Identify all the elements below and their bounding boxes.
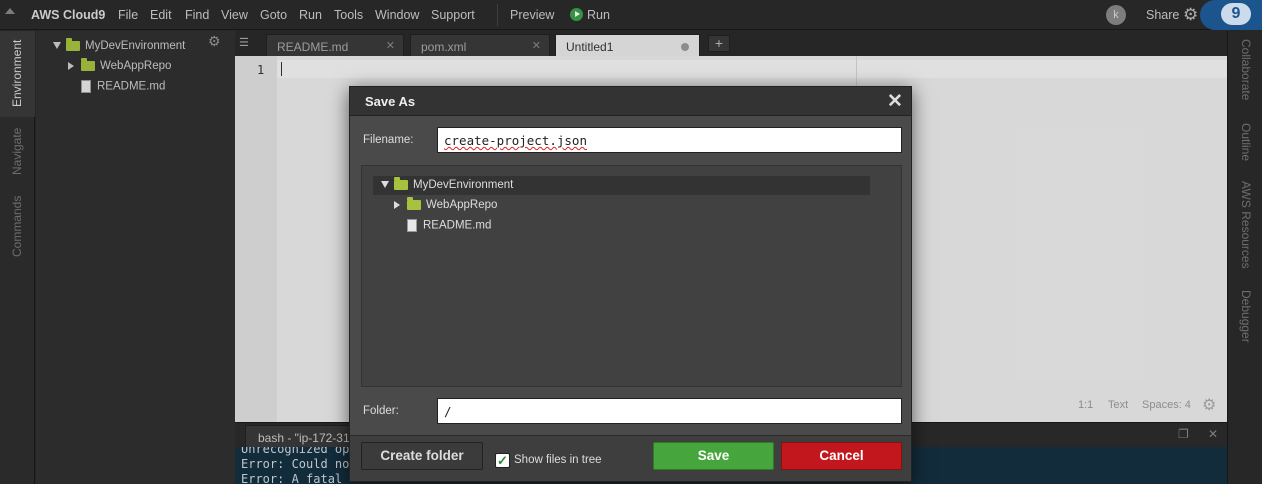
dialog-title: Save As: [365, 94, 416, 109]
folder-value: /: [444, 404, 452, 419]
browser-node-webapprepo[interactable]: WebAppRepo: [394, 196, 498, 211]
browser-node-readme[interactable]: README.md: [407, 219, 491, 232]
folder-browser[interactable]: MyDevEnvironment WebAppRepo README.md: [361, 165, 902, 387]
expand-down-icon[interactable]: [381, 181, 389, 189]
folder-icon: [394, 176, 408, 190]
filename-label: Filename:: [363, 134, 414, 146]
ide-window: AWS Cloud9 File Edit Find View Goto Run …: [0, 0, 1262, 484]
file-icon: [407, 219, 417, 232]
browser-node-root[interactable]: MyDevEnvironment: [381, 176, 514, 191]
show-files-label[interactable]: Show files in tree: [514, 454, 602, 466]
save-button[interactable]: Save: [653, 442, 774, 470]
expand-right-icon[interactable]: [394, 200, 400, 209]
browser-item-label: README.md: [423, 219, 492, 232]
browser-item-label: WebAppRepo: [426, 199, 498, 211]
create-folder-button[interactable]: Create folder: [361, 442, 483, 470]
folder-icon: [407, 196, 421, 210]
browser-root-label: MyDevEnvironment: [413, 179, 514, 191]
filename-input[interactable]: create-project.json: [437, 127, 902, 153]
show-files-checkbox[interactable]: ✓: [495, 453, 510, 468]
filename-value: create-project.json: [444, 133, 587, 148]
close-icon[interactable]: ✕: [887, 90, 903, 113]
cancel-button[interactable]: Cancel: [781, 442, 902, 470]
save-as-dialog: Save As ✕ Filename: create-project.json …: [349, 86, 912, 482]
dialog-header: Save As ✕: [350, 87, 911, 116]
folder-input[interactable]: /: [437, 398, 902, 424]
folder-label: Folder:: [363, 405, 399, 417]
